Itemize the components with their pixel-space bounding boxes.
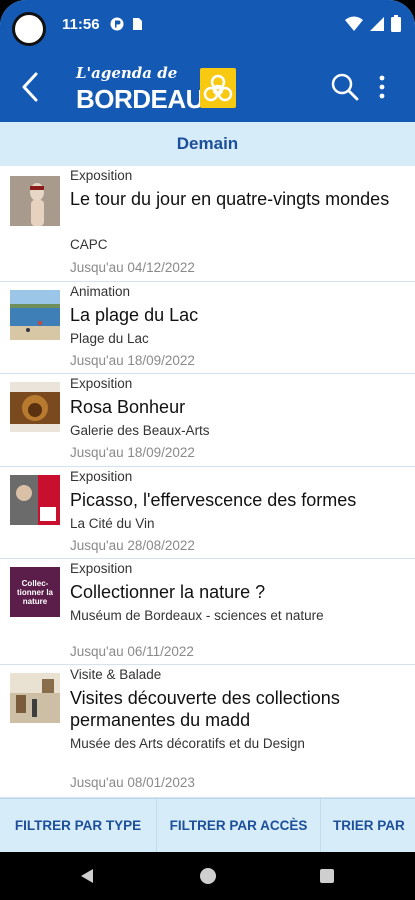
event-place: CAPC — [70, 237, 108, 252]
event-thumbnail — [10, 382, 60, 432]
event-place: La Cité du Vin — [70, 516, 155, 531]
event-end-date: Jusqu'au 06/11/2022 — [70, 644, 194, 659]
event-place: Galerie des Beaux-Arts — [70, 423, 210, 438]
more-options-icon[interactable] — [374, 72, 390, 102]
filter-bar: FILTRER PAR TYPE FILTRER PAR ACCÈS TRIER… — [0, 798, 415, 853]
status-time: 11:56 — [62, 16, 100, 33]
section-title: Demain — [176, 134, 239, 153]
event-item[interactable]: Exposition Le tour du jour en quatre-vin… — [0, 166, 415, 282]
event-category: Exposition — [70, 376, 133, 391]
event-thumbnail — [10, 176, 60, 226]
nav-back-icon[interactable] — [80, 868, 94, 884]
event-title: Le tour du jour en quatre-vingts mondes — [70, 189, 390, 209]
event-item[interactable]: Exposition Picasso, l'effervescence des … — [0, 467, 415, 559]
filter-by-type-button[interactable]: FILTRER PAR TYPE — [0, 798, 157, 853]
event-category: Visite & Balade — [70, 667, 162, 682]
event-title: Visites découverte des collections perma… — [70, 688, 340, 730]
event-category: Exposition — [70, 561, 133, 576]
thumbnail-text: Collec-tionner la nature — [16, 578, 53, 606]
event-place: Plage du Lac — [70, 331, 149, 346]
nav-recents-icon[interactable] — [320, 869, 334, 883]
logo-subtitle: L'agenda de — [76, 64, 178, 82]
event-thumbnail — [10, 673, 60, 723]
data-saver-icon — [110, 17, 124, 31]
battery-icon — [391, 15, 401, 32]
signal-icon — [370, 16, 384, 31]
status-bar: 11:56 — [0, 0, 415, 52]
camera-cutout — [12, 12, 46, 46]
event-category: Animation — [70, 284, 131, 299]
event-end-date: Jusqu'au 18/09/2022 — [70, 445, 195, 460]
event-item[interactable]: Collec-tionner la nature Exposition Coll… — [0, 559, 415, 665]
filter-by-access-button[interactable]: FILTRER PAR ACCÈS — [157, 798, 321, 853]
event-category: Exposition — [70, 168, 133, 183]
event-thumbnail: Collec-tionner la nature — [10, 567, 60, 617]
day-section-header: Demain — [0, 122, 415, 166]
search-icon[interactable] — [330, 72, 360, 102]
event-thumbnail — [10, 475, 60, 525]
system-navigation-bar — [0, 852, 415, 900]
event-title: La plage du Lac — [70, 305, 199, 325]
event-list[interactable]: Exposition Le tour du jour en quatre-vin… — [0, 166, 415, 798]
event-end-date: Jusqu'au 18/09/2022 — [70, 353, 195, 368]
biohazard-icon — [203, 74, 233, 102]
sim-card-icon — [133, 18, 142, 30]
nav-home-icon[interactable] — [200, 868, 216, 884]
event-item[interactable]: Exposition Rosa Bonheur Galerie des Beau… — [0, 374, 415, 467]
back-arrow-icon[interactable] — [14, 68, 50, 106]
sort-by-button[interactable]: TRIER PAR — [321, 799, 415, 853]
event-place: Musée des Arts décoratifs et du Design — [70, 736, 305, 751]
event-end-date: Jusqu'au 28/08/2022 — [70, 538, 195, 553]
event-title: Picasso, l'effervescence des formes — [70, 490, 357, 510]
app-screen: 11:56 L'agenda de BORDEAUX Demain Exposi… — [0, 0, 415, 900]
event-end-date: Jusqu'au 08/01/2023 — [70, 775, 195, 790]
event-item[interactable]: Visite & Balade Visites découverte des c… — [0, 665, 415, 798]
biohazard-badge — [200, 68, 236, 108]
app-bar: L'agenda de BORDEAUX — [0, 52, 415, 122]
event-place: Muséum de Bordeaux - sciences et nature — [70, 608, 324, 623]
event-title: Collectionner la nature ? — [70, 582, 266, 602]
event-item[interactable]: Animation La plage du Lac Plage du Lac J… — [0, 282, 415, 374]
wifi-icon — [345, 16, 363, 31]
app-logo: L'agenda de BORDEAUX — [76, 62, 238, 114]
event-category: Exposition — [70, 469, 133, 484]
event-thumbnail — [10, 290, 60, 340]
event-end-date: Jusqu'au 04/12/2022 — [70, 260, 195, 275]
event-title: Rosa Bonheur — [70, 397, 186, 417]
